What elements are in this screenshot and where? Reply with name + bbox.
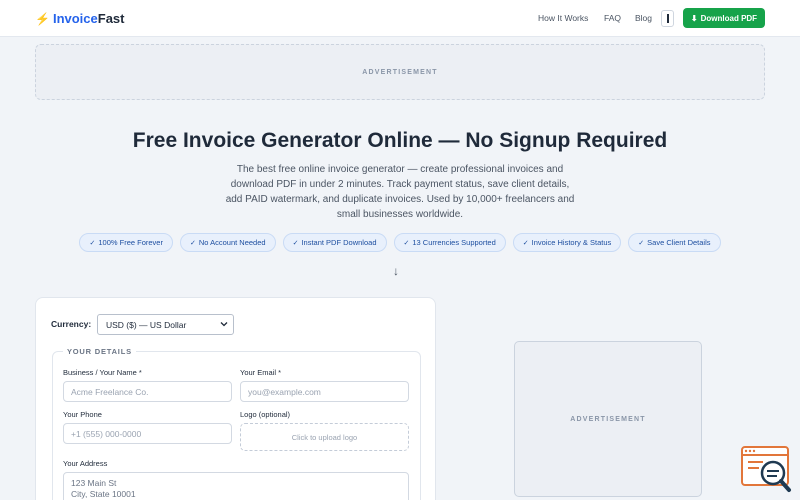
address-line: 123 Main St [71, 478, 117, 488]
address-label: Your Address [63, 459, 108, 468]
address-textarea[interactable]: 123 Main St City, State 10001 [63, 472, 409, 500]
feature-pill-no-account: ✓ No Account Needed [179, 233, 276, 252]
feature-pill-currencies: ✓ 13 Currencies Supported [393, 233, 506, 252]
logo-text-invoice: Invoice [52, 11, 98, 26]
download-icon: ⬇ [690, 13, 698, 23]
search-analytics-icon[interactable] [741, 446, 792, 496]
invoice-form-card: Currency: USD ($) — US Dollar YOUR DETAI… [35, 297, 436, 500]
side-advertisement-box[interactable]: ADVERTISEMENT [514, 341, 702, 497]
chevron-down-icon [220, 320, 228, 330]
feature-pill-label: 13 Currencies Supported [412, 238, 496, 247]
feature-pill-free: ✓ 100% Free Forever [79, 233, 173, 252]
hero-description: The best free online invoice generator —… [225, 164, 575, 220]
your-details-section: YOUR DETAILS Business / Your Name * Acme… [52, 347, 421, 500]
download-pdf-label: Download PDF [700, 13, 758, 23]
nav-link-faq[interactable]: FAQ [604, 13, 621, 23]
feature-pill-label: 100% Free Forever [98, 238, 163, 247]
feature-pill-label: Instant PDF Download [301, 238, 377, 247]
section-title: YOUR DETAILS [63, 347, 136, 356]
check-icon: ✓ [189, 239, 196, 247]
download-pdf-button[interactable]: ⬇ Download PDF [683, 8, 765, 28]
email-label: Your Email * [240, 368, 281, 377]
currency-label: Currency: [51, 319, 92, 329]
logo-upload-label: Logo (optional) [240, 410, 291, 419]
check-icon: ✓ [638, 239, 645, 247]
feature-pill-history: ✓ Invoice History & Status [512, 233, 622, 252]
currency-selected-value: USD ($) — US Dollar [106, 319, 187, 330]
nav-link-blog[interactable]: Blog [635, 13, 652, 23]
check-icon: ✓ [292, 239, 299, 247]
top-navigation-bar: ⚡ Invoice Fast How It Works FAQ Blog ⬇ Do… [0, 0, 800, 37]
page-title: Free Invoice Generator Online — No Signu… [132, 129, 668, 152]
toggle-bar-icon [667, 14, 669, 23]
currency-select[interactable]: USD ($) — US Dollar [97, 314, 234, 335]
feature-pill-save-client: ✓ Save Client Details [628, 233, 721, 252]
feature-pill-instant-pdf: ✓ Instant PDF Download [282, 233, 387, 252]
phone-input[interactable]: +1 (555) 000-0000 [63, 423, 232, 444]
check-icon: ✓ [89, 239, 96, 247]
business-name-label: Business / Your Name * [63, 368, 142, 377]
feature-pills: ✓ 100% Free Forever ✓ No Account Needed ✓ I… [0, 233, 800, 252]
theme-toggle-button[interactable] [661, 10, 674, 27]
check-icon: ✓ [522, 239, 529, 247]
arrow-down-icon[interactable]: ↓ [393, 264, 399, 278]
bolt-icon: ⚡ [35, 11, 50, 26]
logo[interactable]: ⚡ Invoice Fast [35, 11, 124, 26]
feature-pill-label: Save Client Details [647, 238, 711, 247]
email-input[interactable]: you@example.com [240, 381, 409, 402]
logo-text-fast: Fast [97, 11, 125, 26]
top-advertisement-banner[interactable]: ADVERTISEMENT [35, 44, 765, 100]
feature-pill-label: No Account Needed [198, 238, 266, 247]
business-name-input[interactable]: Acme Freelance Co. [63, 381, 232, 402]
phone-label: Your Phone [63, 410, 102, 419]
feature-pill-label: Invoice History & Status [531, 238, 612, 247]
advertisement-label: ADVERTISEMENT [362, 68, 438, 76]
logo-upload-dropzone[interactable]: Click to upload logo [240, 423, 409, 451]
address-line: City, State 10001 [71, 489, 136, 499]
nav-link-how-it-works[interactable]: How It Works [538, 13, 588, 23]
check-icon: ✓ [403, 239, 410, 247]
advertisement-label: ADVERTISEMENT [570, 415, 646, 423]
